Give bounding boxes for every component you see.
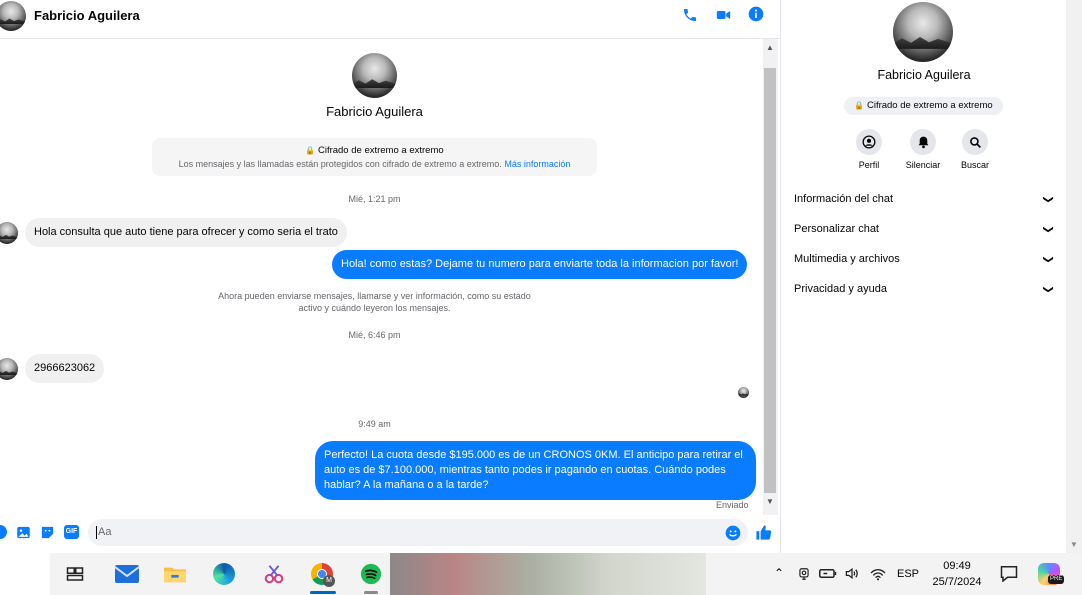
lock-icon: 🔒 bbox=[854, 101, 865, 110]
search-icon[interactable] bbox=[962, 129, 988, 155]
taskbar-search-box[interactable] bbox=[0, 553, 50, 595]
copilot-icon[interactable]: PRE bbox=[1038, 563, 1065, 585]
gif-icon[interactable]: GIF bbox=[64, 525, 79, 539]
outgoing-message[interactable]: Perfecto! La cuota desde $195.000 es de … bbox=[315, 441, 756, 500]
camera-icon[interactable] bbox=[797, 566, 811, 582]
encryption-body: Los mensajes y las llamadas están proteg… bbox=[178, 159, 502, 169]
volume-icon[interactable] bbox=[844, 566, 860, 581]
profile-avatar[interactable] bbox=[352, 53, 397, 98]
edge-browser-icon[interactable] bbox=[211, 561, 237, 587]
scrollbar[interactable]: ▲ ▼ bbox=[763, 39, 778, 515]
header-contact-name[interactable]: Fabricio Aguilera bbox=[34, 8, 140, 23]
like-icon[interactable] bbox=[755, 524, 772, 541]
encryption-title: Cifrado de extremo a extremo bbox=[317, 145, 444, 156]
phone-call-icon[interactable] bbox=[682, 7, 698, 23]
lock-icon: 🔒 bbox=[305, 146, 316, 155]
timestamp: 9:49 am bbox=[358, 419, 391, 429]
profile-name: Fabricio Aguilera bbox=[326, 104, 423, 119]
conversation: Fabricio Aguilera 🔒 Cifrado de extremo a… bbox=[0, 39, 762, 515]
task-view-icon[interactable] bbox=[62, 561, 88, 587]
mail-icon[interactable] bbox=[114, 561, 140, 587]
panel-contact-name: Fabricio Aguilera bbox=[877, 68, 971, 82]
more-actions-icon[interactable] bbox=[0, 525, 7, 539]
message-input-placeholder: Aa bbox=[98, 526, 112, 538]
outgoing-message[interactable]: Hola! como estas? Dejame tu numero para … bbox=[332, 250, 748, 279]
more-info-link[interactable]: Más información bbox=[504, 159, 570, 169]
photo-icon[interactable] bbox=[16, 525, 31, 540]
chevron-down-icon: ❯ bbox=[1042, 254, 1054, 264]
action-search[interactable]: Buscar bbox=[955, 129, 995, 170]
section-media-files[interactable]: Multimedia y archivos ❯ bbox=[794, 253, 1054, 265]
bell-icon[interactable] bbox=[910, 129, 936, 155]
composer: GIF Aa bbox=[0, 515, 780, 553]
copilot-pre-badge: PRE bbox=[1048, 575, 1065, 584]
incoming-message[interactable]: 2966623062 bbox=[25, 354, 105, 383]
page-scrollbar[interactable]: ▼ bbox=[1066, 0, 1082, 553]
snipping-tool-icon[interactable] bbox=[261, 561, 287, 587]
info-icon[interactable] bbox=[748, 6, 764, 22]
section-chat-info[interactable]: Información del chat ❯ bbox=[794, 193, 1054, 205]
section-privacy-help[interactable]: Privacidad y ayuda ❯ bbox=[794, 283, 1054, 295]
chrome-profile-badge: M bbox=[323, 575, 335, 587]
scroll-down-icon[interactable]: ▼ bbox=[1070, 540, 1078, 549]
action-mute[interactable]: Silenciar bbox=[898, 129, 948, 170]
clock-date: 25/7/2024 bbox=[932, 576, 982, 588]
clock[interactable]: 09:49 25/7/2024 bbox=[924, 558, 990, 590]
sticker-icon[interactable] bbox=[40, 525, 55, 540]
chrome-icon[interactable]: M bbox=[309, 561, 335, 587]
taskbar: M ⌃ ESP 09:49 25/7/2024 PRE bbox=[0, 553, 1082, 595]
action-label: Buscar bbox=[960, 160, 989, 170]
chat-header: Fabricio Aguilera bbox=[0, 0, 780, 39]
timestamp: Mié, 6:46 pm bbox=[348, 330, 401, 340]
encryption-badge[interactable]: 🔒 Cifrado de extremo a extremo bbox=[844, 97, 1003, 115]
scrollbar-thumb[interactable] bbox=[764, 68, 776, 493]
encryption-notice: 🔒 Cifrado de extremo a extremo Los mensa… bbox=[152, 138, 597, 176]
profile-icon[interactable] bbox=[856, 129, 882, 155]
open-app-indicator bbox=[364, 591, 378, 594]
message-status: Enviado bbox=[716, 500, 749, 510]
chat-details-panel: Fabricio Aguilera 🔒 Cifrado de extremo a… bbox=[780, 0, 1067, 553]
notifications-icon[interactable] bbox=[1000, 565, 1018, 582]
scroll-down-icon[interactable]: ▼ bbox=[766, 497, 774, 506]
clock-time: 09:49 bbox=[943, 560, 971, 572]
header-avatar[interactable] bbox=[0, 1, 26, 31]
action-label: Perfil bbox=[858, 160, 880, 170]
emoji-icon[interactable] bbox=[725, 525, 741, 541]
battery-icon[interactable] bbox=[819, 567, 837, 580]
message-input[interactable]: Aa bbox=[88, 519, 748, 546]
message-avatar bbox=[0, 222, 18, 244]
chevron-down-icon: ❯ bbox=[1042, 194, 1054, 204]
message-avatar bbox=[0, 358, 18, 380]
action-profile[interactable]: Perfil bbox=[849, 129, 889, 170]
panel-avatar[interactable] bbox=[893, 2, 953, 62]
wifi-icon[interactable] bbox=[870, 567, 886, 581]
action-label: Silenciar bbox=[905, 160, 941, 170]
active-app-indicator bbox=[310, 591, 336, 594]
spotify-icon[interactable] bbox=[358, 561, 384, 587]
chevron-down-icon: ❯ bbox=[1042, 284, 1054, 294]
scroll-up-icon[interactable]: ▲ bbox=[766, 43, 774, 52]
read-receipt-avatar bbox=[738, 387, 749, 398]
video-call-icon[interactable] bbox=[715, 7, 732, 23]
file-explorer-icon[interactable] bbox=[162, 561, 188, 587]
incoming-message[interactable]: Hola consulta que auto tiene para ofrece… bbox=[25, 218, 347, 247]
text-cursor bbox=[96, 526, 97, 539]
taskbar-wallpaper-strip bbox=[390, 553, 706, 595]
chevron-down-icon: ❯ bbox=[1042, 224, 1054, 234]
input-language[interactable]: ESP bbox=[897, 568, 919, 580]
system-notice: Ahora pueden enviarse mensajes, llamarse… bbox=[218, 291, 531, 313]
section-customize-chat[interactable]: Personalizar chat ❯ bbox=[794, 223, 1054, 235]
timestamp: Mié, 1:21 pm bbox=[348, 194, 401, 204]
chevron-up-icon[interactable]: ⌃ bbox=[774, 566, 784, 580]
